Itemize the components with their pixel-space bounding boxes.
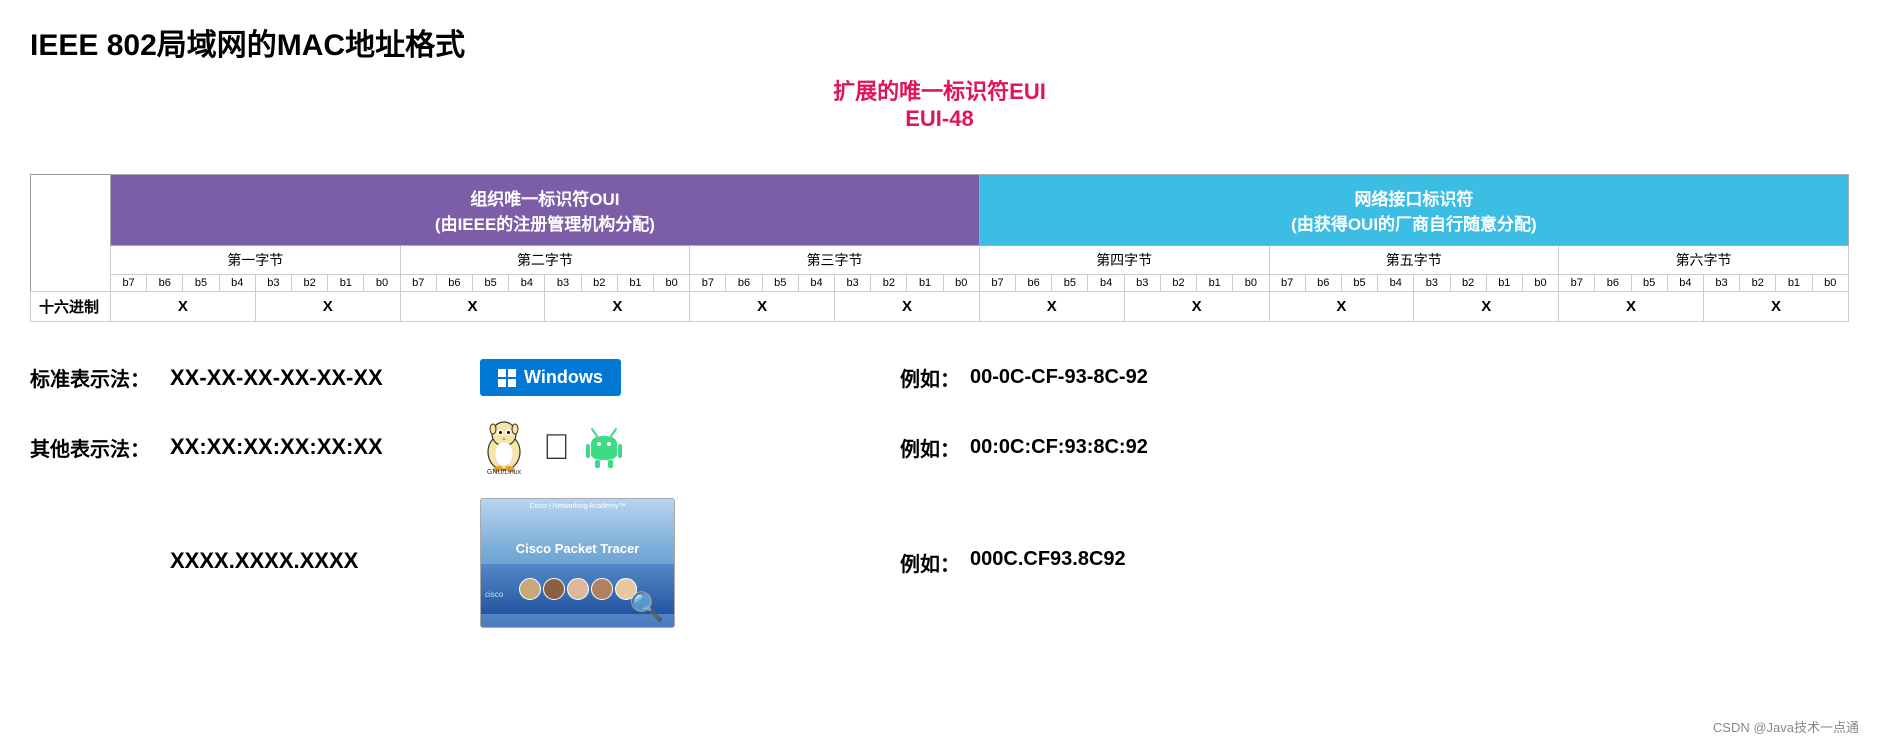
- hex-val-3: X: [400, 292, 545, 322]
- notation-label-1: 标准表示法：: [30, 363, 160, 392]
- example-label-3: 例如：: [900, 548, 960, 577]
- header-row: 组织唯一标识符OUI (由IEEE的注册管理机构分配) 网络接口标识符 (由获得…: [31, 175, 1849, 246]
- cisco-packet-tracer-image: Cisco | Networking Academy™ Cisco Packet…: [480, 498, 675, 628]
- center-label: 扩展的唯一标识符EUI EUI-48: [833, 74, 1046, 132]
- hex-val-4: X: [545, 292, 690, 322]
- hex-val-12: X: [1703, 292, 1848, 322]
- mac-table: 组织唯一标识符OUI (由IEEE的注册管理机构分配) 网络接口标识符 (由获得…: [30, 174, 1849, 322]
- example-value-3: 000C.CF93.8C92: [970, 548, 1126, 571]
- example-label-1: 例如：: [900, 363, 960, 392]
- notation-value-3: XXXX.XXXX.XXXX: [170, 548, 470, 574]
- bit-b7-b1: b7: [111, 275, 147, 292]
- oui-header: 组织唯一标识符OUI (由IEEE的注册管理机构分配): [111, 175, 980, 246]
- android-icon: [585, 426, 623, 468]
- cisco-logo-text: cisco: [485, 590, 503, 599]
- bottom-section: 标准表示法： XX-XX-XX-XX-XX-XX Windows 例如： 00-…: [30, 347, 1849, 640]
- apple-icon: : [543, 426, 570, 468]
- bit-row: b7b6b5b4b3b2b1b0 b7b6b5b4b3b2b1b0 b7b6b5…: [31, 275, 1849, 292]
- notation-row-2: 其他表示法： XX:XX:XX:XX:XX:XX: [30, 408, 1849, 486]
- windows-button[interactable]: Windows: [480, 359, 621, 396]
- cisco-title: Cisco Packet Tracer: [516, 541, 640, 556]
- hex-row: 十六进制 X X X X X X X X X X X X: [31, 292, 1849, 322]
- example-value-2: 00:0C:CF:93:8C:92: [970, 436, 1148, 459]
- windows-label: Windows: [524, 367, 603, 388]
- byte-5-header: 第五字节: [1269, 246, 1559, 275]
- magnifier-icon: 🔍: [629, 590, 664, 623]
- eui-label-line1: 扩展的唯一标识符EUI: [833, 74, 1046, 106]
- person-4: [591, 578, 613, 600]
- eui-label-line2: EUI-48: [833, 106, 1046, 132]
- person-2: [543, 578, 565, 600]
- notation-value-1: XX-XX-XX-XX-XX-XX: [170, 365, 470, 391]
- hex-val-1: X: [111, 292, 256, 322]
- person-1: [519, 578, 541, 600]
- hex-label: 十六进制: [31, 292, 111, 322]
- hex-val-11: X: [1559, 292, 1704, 322]
- example-label-2: 例如：: [900, 433, 960, 462]
- hex-val-5: X: [690, 292, 835, 322]
- notation-icons-3: Cisco | Networking Academy™ Cisco Packet…: [480, 498, 700, 628]
- cisco-subtitle: Cisco | Networking Academy™: [481, 499, 674, 513]
- notation-row-3: XXXX.XXXX.XXXX Cisco | Networking Academ…: [30, 486, 1849, 640]
- byte-3-header: 第三字节: [690, 246, 980, 275]
- byte-2-header: 第二字节: [400, 246, 690, 275]
- hex-val-9: X: [1269, 292, 1414, 322]
- watermark: CSDN @Java技术一点通: [1713, 717, 1859, 736]
- hex-val-7: X: [979, 292, 1124, 322]
- byte-4-header: 第四字节: [979, 246, 1269, 275]
- nic-header: 网络接口标识符 (由获得OUI的厂商自行随意分配): [979, 175, 1848, 246]
- mac-table-wrapper: 组织唯一标识符OUI (由IEEE的注册管理机构分配) 网络接口标识符 (由获得…: [30, 174, 1849, 322]
- notation-icons-2: GNU/Linux : [480, 420, 700, 474]
- byte-1-header: 第一字节: [111, 246, 401, 275]
- notation-label-2: 其他表示法：: [30, 433, 160, 462]
- hex-val-8: X: [1124, 292, 1269, 322]
- notation-value-2: XX:XX:XX:XX:XX:XX: [170, 434, 470, 460]
- hex-val-10: X: [1414, 292, 1559, 322]
- windows-icon: [498, 369, 516, 387]
- notation-icons-1: Windows: [480, 359, 700, 396]
- example-value-1: 00-0C-CF-93-8C-92: [970, 366, 1148, 389]
- main-title: IEEE 802局域网的MAC地址格式: [30, 20, 1849, 64]
- hex-val-2: X: [255, 292, 400, 322]
- byte-header-row: 第一字节 第二字节 第三字节 第四字节 第五字节 第六字节: [31, 246, 1849, 275]
- linux-icon: GNU/Linux: [480, 420, 528, 474]
- notation-row-1: 标准表示法： XX-XX-XX-XX-XX-XX Windows 例如： 00-…: [30, 347, 1849, 408]
- hex-val-6: X: [835, 292, 980, 322]
- byte-6-header: 第六字节: [1559, 246, 1849, 275]
- svg-text:GNU/Linux: GNU/Linux: [487, 469, 522, 474]
- person-3: [567, 578, 589, 600]
